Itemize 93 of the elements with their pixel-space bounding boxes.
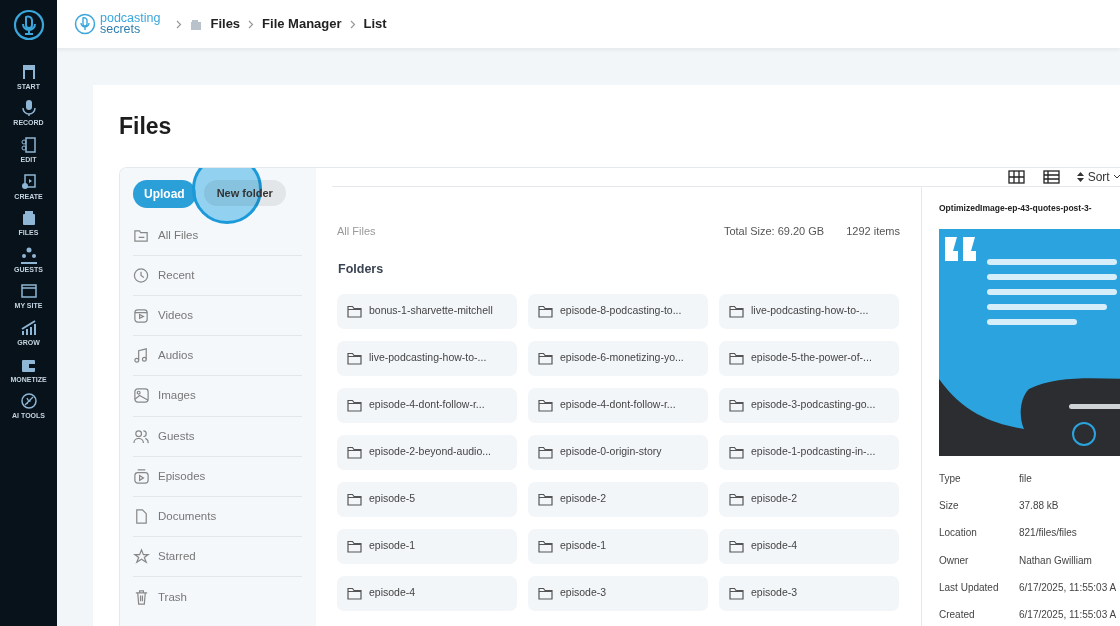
chart-icon	[19, 318, 38, 337]
folder-icon	[729, 539, 744, 553]
folder-icon	[347, 304, 362, 318]
folder-item[interactable]: episode-3-podcasting-go...	[719, 387, 899, 423]
breadcrumb-link[interactable]: Files	[210, 14, 241, 34]
browser-icon	[19, 282, 38, 301]
caret-icon	[1113, 174, 1120, 181]
folder-item[interactable]: episode-4	[719, 528, 899, 564]
property-value: 821/files/files	[1019, 526, 1077, 541]
property-value: 6/17/2025, 11:55:03 A	[1019, 581, 1117, 596]
people-icon	[133, 427, 150, 445]
video-icon	[133, 307, 150, 325]
nav-item[interactable]: Guests	[133, 416, 302, 457]
folder-icon	[538, 586, 553, 600]
nav-item[interactable]: Audios	[133, 336, 302, 377]
folder-icon	[538, 304, 553, 318]
folder-icon	[347, 445, 362, 459]
property-value: 37.88 kB	[1019, 498, 1059, 513]
document-icon	[133, 508, 150, 525]
property-label: Type	[939, 471, 962, 486]
folder-icon	[538, 351, 553, 365]
sort-icon	[1077, 172, 1085, 183]
current-location: All Files	[337, 223, 376, 239]
folder-item[interactable]: episode-5	[337, 481, 517, 517]
property-label: Last Updated	[939, 581, 1000, 596]
property-label: Location	[939, 526, 978, 541]
folder-item[interactable]: live-podcasting-how-to-...	[337, 340, 517, 376]
folder-item[interactable]: episode-8-podcasting-to...	[528, 293, 708, 329]
nav-item[interactable]: Episodes	[133, 456, 302, 497]
folder-item[interactable]: episode-1	[528, 528, 708, 564]
folder-icon	[538, 492, 553, 506]
logo-icon[interactable]	[12, 9, 45, 41]
folder-icon	[347, 351, 362, 365]
total-size: Total Size: 69.20 GB	[723, 223, 825, 239]
video-icon	[19, 172, 38, 191]
clock-icon	[133, 266, 150, 284]
folder-item[interactable]: episode-1-podcasting-in-...	[719, 434, 899, 470]
folder-item[interactable]: episode-4-dont-follow-r...	[337, 387, 517, 423]
folder-item[interactable]: episode-3	[719, 575, 899, 611]
section-heading: Folders	[338, 261, 385, 279]
item-count: 1292 items	[846, 223, 900, 239]
folder-icon	[347, 492, 362, 506]
folder-icon	[729, 445, 744, 459]
property-value: Nathan Gwilliam	[1019, 553, 1092, 568]
folder-item[interactable]: live-podcasting-how-to-...	[719, 293, 899, 329]
folder-item[interactable]: episode-6-monetizing-yo...	[528, 340, 708, 376]
nav-item[interactable]: Recent	[133, 255, 302, 296]
folder-icon	[538, 445, 553, 459]
nav-item[interactable]: Videos	[133, 295, 302, 337]
document-icon	[19, 136, 38, 154]
trash-icon	[133, 588, 150, 606]
folder-item[interactable]: bonus-1-sharvette-mitchell	[337, 293, 517, 329]
folder-item[interactable]: episode-2-beyond-audio...	[337, 434, 517, 470]
episode-icon	[133, 467, 150, 485]
folder-icon	[347, 398, 362, 412]
folder-icon	[347, 586, 362, 600]
folder-icon	[538, 398, 553, 412]
breadcrumb-link[interactable]: List	[363, 14, 387, 34]
folder-icon	[729, 351, 744, 365]
folder-icon	[729, 304, 744, 318]
property-label: Owner	[939, 553, 970, 568]
property-label: Created	[939, 608, 976, 623]
folder-icon	[347, 539, 362, 553]
image-icon	[133, 387, 150, 405]
folder-item[interactable]: episode-5-the-power-of-...	[719, 340, 899, 376]
people-icon	[19, 245, 38, 264]
folder-item[interactable]: episode-3	[528, 575, 708, 611]
sort-button[interactable]: Sort	[1069, 167, 1120, 186]
breadcrumb-link[interactable]: File Manager	[262, 14, 342, 34]
folder-icon	[729, 398, 744, 412]
folder-icon	[538, 539, 553, 553]
page-title: Files	[119, 113, 173, 141]
folder-icon	[729, 492, 744, 506]
nav-item[interactable]: Images	[133, 376, 302, 417]
brand-logo[interactable]: podcasting secrets	[74, 13, 161, 35]
folder-item[interactable]: episode-0-origin-story	[528, 434, 708, 470]
folder-item[interactable]: episode-1	[337, 528, 517, 564]
property-value: file	[1019, 471, 1032, 486]
nav-item[interactable]: Documents	[133, 496, 302, 538]
folder-item[interactable]: episode-4-dont-follow-r...	[528, 387, 708, 423]
music-icon	[133, 347, 150, 365]
folder-item[interactable]: episode-4	[337, 575, 517, 611]
file-name: OptimizedImage-ep-43-quotes-post-3-	[939, 201, 1093, 215]
microphone-icon	[19, 99, 38, 118]
folder-item[interactable]: episode-2	[528, 481, 708, 517]
nav-item[interactable]: Starred	[133, 537, 302, 578]
folder-item[interactable]: episode-2	[719, 481, 899, 517]
property-value: 6/17/2025, 11:55:03 A	[1019, 608, 1117, 623]
nav-item[interactable]: All Files	[133, 215, 302, 256]
folder-icon	[729, 586, 744, 600]
property-label: Size	[939, 498, 960, 513]
nav-item[interactable]: Trash	[133, 577, 302, 618]
star-icon	[133, 548, 150, 566]
